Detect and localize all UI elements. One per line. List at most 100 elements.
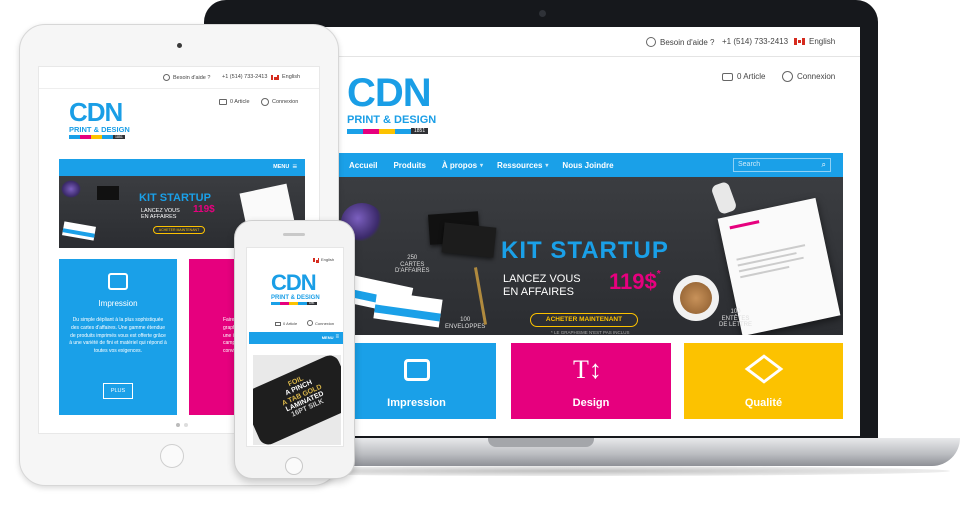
banner-subtitle: LANCEZ VOUS EN AFFAIRES xyxy=(141,208,180,221)
logo[interactable]: CDN PRINT & DESIGN 1851 xyxy=(271,272,320,305)
login-label: Connexion xyxy=(272,99,299,105)
cart-label: 0 Article xyxy=(737,72,766,81)
search-placeholder: Search xyxy=(738,161,761,168)
search-input[interactable]: Search ⌕ xyxy=(733,158,831,172)
banner-title: KIT STARTUP xyxy=(139,192,211,204)
search-icon: ⌕ xyxy=(821,160,826,169)
nav-item-a-propos[interactable]: À propos xyxy=(442,161,477,170)
login-link[interactable]: Connexion xyxy=(782,71,835,82)
help-link[interactable]: Besoin d'aide ? xyxy=(646,37,714,47)
business-card-image xyxy=(97,186,119,200)
canada-flag-icon xyxy=(313,257,319,263)
login-link[interactable]: Connexion xyxy=(261,98,298,106)
canada-flag-icon xyxy=(794,38,805,45)
logo-tagline: PRINT & DESIGN xyxy=(347,114,437,126)
tile-label: Impression xyxy=(387,397,446,409)
logo-wordmark: CDN xyxy=(69,97,123,127)
logo-tagline: PRINT & DESIGN xyxy=(271,295,320,301)
tablet-camera xyxy=(177,43,182,48)
business-card-image xyxy=(441,222,497,258)
menu-button[interactable]: MENU ≡ xyxy=(273,162,297,171)
flowers-image xyxy=(61,180,81,198)
login-link[interactable]: Connexion xyxy=(307,320,334,326)
language-label: English xyxy=(321,257,335,262)
cart-link[interactable]: 0 Article xyxy=(275,321,297,326)
tile-label: Design xyxy=(572,397,610,409)
logo[interactable]: CDN PRINT & DESIGN 1851 xyxy=(347,73,436,134)
logo-wordmark: CDN xyxy=(347,71,432,115)
cart-label: 0 Article xyxy=(230,99,250,105)
feature-tiles: Impression T↕ Design Qualité xyxy=(337,343,843,419)
language-label: English xyxy=(282,74,301,80)
logo-year: 1851 xyxy=(411,128,429,134)
text-height-icon: T↕ xyxy=(573,355,602,384)
tablet-tile-impression: Impression Du simple dépliant à la plus … xyxy=(59,259,177,415)
stapler-image xyxy=(710,180,738,216)
phone-screen: English CDN PRINT & DESIGN 1851 0 Articl… xyxy=(246,247,344,447)
cart-link[interactable]: 0 Article xyxy=(722,72,765,81)
tablet-nav: MENU ≡ xyxy=(59,159,305,176)
tile-design[interactable]: T↕ Design xyxy=(511,343,671,419)
carousel-dot[interactable] xyxy=(176,423,180,427)
banner-subtitle: LANCEZ VOUS EN AFFAIRES xyxy=(503,273,581,298)
main-nav: Accueil Produits À propos ▾ Ressources ▾… xyxy=(337,153,843,177)
buy-now-button[interactable]: ACHETER MAINTENANT xyxy=(153,226,205,234)
carousel-dot[interactable] xyxy=(184,423,188,427)
login-label: Connexion xyxy=(315,320,335,326)
logo[interactable]: CDN PRINT & DESIGN 1851 xyxy=(69,99,130,139)
hamburger-icon: ≡ xyxy=(292,162,297,171)
envelopes-caption: 100 ENVELOPPES xyxy=(445,317,486,330)
tile-title: Impression xyxy=(98,299,138,308)
nav-item-accueil[interactable]: Accueil xyxy=(349,161,377,170)
envelope-image xyxy=(373,290,443,328)
tile-label: Qualité xyxy=(744,397,783,409)
laptop-camera xyxy=(539,10,546,17)
hero-banner: 250 CARTES D'AFFAIRES 100 ENVELOPPES KIT… xyxy=(337,177,843,335)
envelope-image xyxy=(62,221,96,241)
login-label: Connexion xyxy=(797,72,836,81)
phone-home-button xyxy=(285,457,303,475)
tablet-home-button xyxy=(160,444,184,468)
cart-icon xyxy=(722,72,733,81)
help-label: Besoin d'aide ? xyxy=(173,74,211,81)
cart-link[interactable]: 0 Article xyxy=(219,99,250,105)
phone-link[interactable]: +1 (514) 733-2413 xyxy=(222,74,267,80)
language-switch[interactable]: English xyxy=(313,257,335,263)
chevron-down-icon: ▾ xyxy=(480,162,484,169)
logo-color-bar xyxy=(271,302,307,305)
banner-title: KIT STARTUP xyxy=(501,237,669,264)
product-image: FOIL A PINCH A TAB GOLD LAMINATED 16PT S… xyxy=(253,355,341,445)
logo-color-bar xyxy=(69,134,113,139)
tile-qualite[interactable]: Qualité xyxy=(684,343,843,419)
logo-year: 1851 xyxy=(113,134,125,139)
menu-button[interactable]: MENU ≡ xyxy=(321,334,339,340)
printer-icon xyxy=(108,273,128,290)
banner-price: 119$ xyxy=(193,204,215,215)
logo-color-bar xyxy=(347,128,411,134)
user-icon xyxy=(782,71,793,82)
printer-icon xyxy=(404,359,430,381)
language-switch[interactable]: English xyxy=(794,37,835,46)
logo-year: 1851 xyxy=(307,302,317,305)
help-link[interactable]: Besoin d'aide ? xyxy=(163,74,210,81)
phone-label: +1 (514) 733-2413 xyxy=(722,37,789,46)
buy-now-button[interactable]: ACHETER MAINTENANT xyxy=(530,313,638,327)
laptop-notch xyxy=(488,438,594,447)
nav-item-produits[interactable]: Produits xyxy=(393,161,425,170)
logo-wordmark: CDN xyxy=(271,270,317,295)
letterhead-caption: 100 ENTÊTES DE LETTRE xyxy=(719,309,753,329)
nav-item-nous-joindre[interactable]: Nous Joindre xyxy=(562,161,613,170)
language-switch[interactable]: English xyxy=(271,74,300,80)
nav-item-ressources[interactable]: Ressources xyxy=(497,161,542,170)
user-icon xyxy=(261,98,269,106)
hamburger-icon: ≡ xyxy=(335,334,339,340)
language-label: English xyxy=(809,37,836,46)
banner-price: 119$* xyxy=(609,269,661,294)
lifebuoy-icon xyxy=(646,37,656,47)
more-button[interactable]: PLUS xyxy=(103,383,133,399)
tile-impression[interactable]: Impression xyxy=(337,343,496,419)
menu-label: MENU xyxy=(321,335,334,340)
cart-label: 0 Article xyxy=(283,321,298,326)
phone-link[interactable]: +1 (514) 733-2413 xyxy=(722,37,788,46)
help-label: Besoin d'aide ? xyxy=(660,37,715,47)
